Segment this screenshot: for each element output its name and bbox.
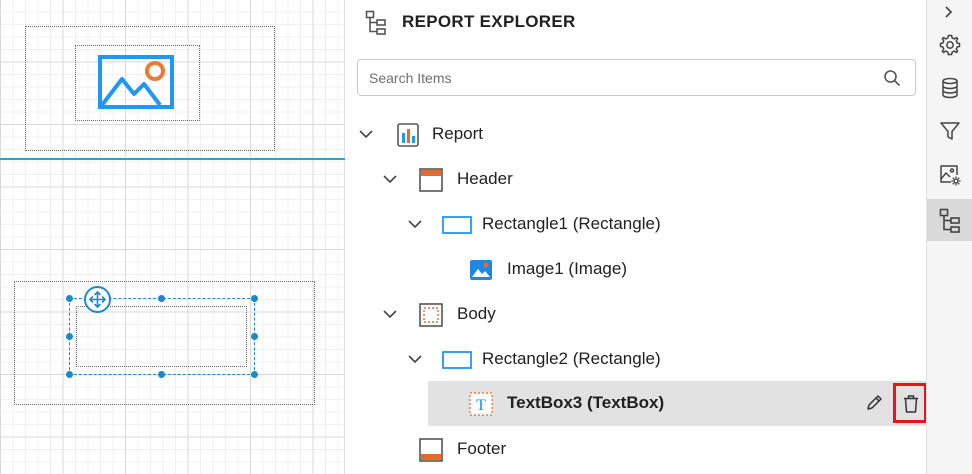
move-handle-icon[interactable] [84,286,111,313]
report-icon [397,123,419,147]
toolbar-report-explorer-button[interactable] [927,199,972,241]
search-input[interactable] [369,68,869,88]
chevron-down-icon[interactable] [382,171,398,187]
delete-button[interactable] [893,383,927,423]
report-explorer-panel: REPORT EXPLORER Report Header [346,0,927,474]
filter-icon [940,122,960,140]
resize-handle-ml[interactable] [66,333,73,340]
textbox-icon: T [469,392,493,416]
resize-handle-tl[interactable] [66,295,73,302]
panel-title: REPORT EXPLORER [402,12,576,31]
resize-handle-mr[interactable] [251,333,258,340]
image-icon [470,260,492,280]
tree-item-label: Image1 (Image) [507,259,627,278]
edit-pencil-icon[interactable] [864,393,884,413]
chevron-right-icon[interactable] [935,4,963,20]
report-explorer-icon [939,208,960,233]
chevron-down-icon[interactable] [407,351,423,367]
resize-handle-tm[interactable] [158,295,165,302]
search-box[interactable] [357,59,916,96]
toolbar-data-button[interactable] [927,67,972,109]
toolbar-properties-button[interactable] [927,24,972,66]
tree-item-body[interactable]: Body [346,292,926,337]
properties-toolbar [926,0,972,474]
tree-item-rectangle1[interactable]: Rectangle1 (Rectangle) [346,202,926,247]
resize-handle-bm[interactable] [158,371,165,378]
resize-handle-br[interactable] [251,371,258,378]
image-settings-icon [940,165,961,186]
rectangle-icon [442,216,472,234]
toolbar-image-settings-button[interactable] [927,154,972,196]
tree-item-label: Rectangle1 (Rectangle) [482,214,661,233]
tree-item-footer[interactable]: Footer [346,427,926,472]
svg-text:T: T [476,397,486,414]
chevron-down-icon[interactable] [382,306,398,322]
gear-icon [939,34,961,56]
image-placeholder-icon [98,55,174,109]
trash-icon [904,395,918,413]
search-icon[interactable] [883,69,901,87]
tree-item-label: Header [457,169,513,188]
toolbar-filter-button[interactable] [927,110,972,152]
tree-item-textbox3[interactable]: T TextBox3 (TextBox) [428,381,927,426]
header-band-icon [419,168,443,192]
rectangle-icon [442,351,472,369]
chevron-down-icon[interactable] [358,126,374,142]
resize-handle-tr[interactable] [251,295,258,302]
band-divider[interactable] [0,158,345,160]
report-explorer-icon [365,10,386,35]
resize-handle-bl[interactable] [66,371,73,378]
design-canvas[interactable] [0,0,345,474]
body-band-icon [419,303,443,327]
tree-item-label: Body [457,304,496,323]
tree-item-label: Rectangle2 (Rectangle) [482,349,661,368]
tree-item-label: Report [432,124,484,143]
tree-item-report[interactable]: Report [346,112,926,157]
panel-header: REPORT EXPLORER [346,0,926,46]
tree-item-header[interactable]: Header [346,157,926,202]
tree-item-rectangle2[interactable]: Rectangle2 (Rectangle) [346,337,926,382]
tree-item-label: TextBox3 (TextBox) [507,393,665,412]
tree-item-image1[interactable]: Image1 (Image) [346,247,926,292]
tree-item-label: Footer [457,439,507,458]
database-icon [942,77,958,99]
chevron-down-icon[interactable] [407,216,423,232]
footer-band-icon [419,438,443,462]
